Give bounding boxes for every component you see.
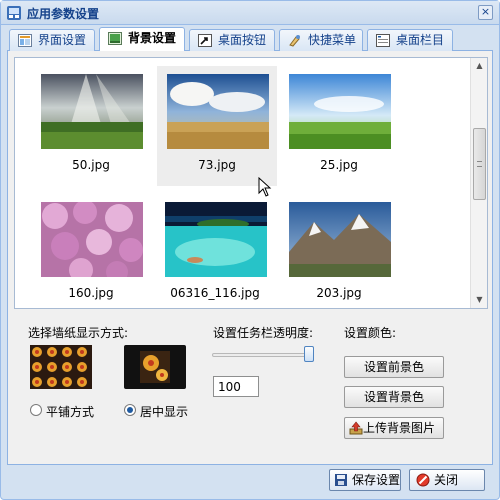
wallpaper-filename: 203.jpg [316,286,362,300]
tab-label: 桌面栏目 [396,33,445,47]
tab-label: 界面设置 [38,33,87,47]
wallpaper-filename: 50.jpg [72,158,110,172]
wallpaper-image [41,202,143,277]
scroll-down-arrow-icon[interactable]: ▼ [472,292,487,308]
center-mode-label: 居中显示 [140,405,189,419]
upload-button-label: 上传背景图片 [363,421,436,435]
wallpaper-image [167,74,269,149]
close-button-label: 关闭 [434,473,459,487]
wallpaper-image [165,202,267,277]
tab-label: 桌面按钮 [218,33,267,47]
shortcut-icon [198,34,212,47]
wallpaper-thumbnail-selected[interactable]: 73.jpg [157,66,277,186]
wallpaper-gallery: 50.jpg 73.jpg 25.jpg 160.jpg 06316_116.j… [14,57,488,309]
wallpaper-thumbnail[interactable]: 203.jpg [279,194,399,314]
tile-preview-icon[interactable] [30,345,92,389]
tab-desktop-columns[interactable]: 桌面栏目 [367,29,453,51]
image-icon [108,32,122,45]
tab-label: 快捷菜单 [308,33,357,47]
display-mode-heading: 选择墙纸显示方式: [28,326,129,340]
app-settings-icon [7,6,21,20]
colors-heading: 设置颜色: [344,326,397,340]
layout-icon [18,34,32,47]
title-bar[interactable]: 应用参数设置 × [1,1,499,25]
set-background-color-button[interactable]: 设置背景色 [344,386,444,408]
cancel-icon [416,473,430,487]
scroll-up-arrow-icon[interactable]: ▲ [472,58,487,74]
transparency-slider-thumb[interactable] [304,346,314,362]
transparency-slider-track[interactable] [212,353,310,357]
wallpaper-thumbnail[interactable]: 06316_116.jpg [155,194,275,314]
transparency-heading: 设置任务栏透明度: [213,326,314,340]
set-foreground-color-button[interactable]: 设置前景色 [344,356,444,378]
column-icon [376,34,390,47]
center-mode-radio[interactable] [124,404,136,416]
wallpaper-thumbnail[interactable]: 160.jpg [31,194,151,314]
save-settings-button[interactable]: 保存设置 [329,469,401,491]
wallpaper-image [289,74,391,149]
close-button[interactable]: 关闭 [409,469,485,491]
tab-background[interactable]: 背景设置 [99,27,185,52]
wallpaper-image [289,202,391,277]
upload-icon [349,421,363,435]
scrollbar-thumb[interactable] [473,128,486,200]
mouse-cursor-icon [258,177,272,197]
wallpaper-filename: 73.jpg [198,158,236,172]
background-settings-panel: 50.jpg 73.jpg 25.jpg 160.jpg 06316_116.j… [7,51,493,465]
transparency-value-input[interactable] [213,376,259,397]
wallpaper-thumbnail[interactable]: 50.jpg [31,66,151,186]
window-title: 应用参数设置 [27,7,100,21]
grip-icon [477,161,482,167]
tile-mode-radio[interactable] [30,404,42,416]
settings-window: 应用参数设置 × 界面设置 背景设置 桌面按钮 快捷菜单 桌面栏目 50.jpg… [0,0,500,500]
tab-bar: 界面设置 背景设置 桌面按钮 快捷菜单 桌面栏目 [7,27,493,52]
close-icon[interactable]: × [478,5,493,20]
tab-interface[interactable]: 界面设置 [9,29,95,51]
tab-quick-menu[interactable]: 快捷菜单 [279,29,363,51]
wallpaper-image [41,74,143,149]
save-icon [335,474,347,486]
gallery-scrollbar[interactable]: ▲ ▼ [470,58,487,308]
center-preview-icon[interactable] [124,345,186,389]
save-button-label: 保存设置 [352,473,401,487]
wallpaper-filename: 25.jpg [320,158,358,172]
wallpaper-filename: 160.jpg [68,286,114,300]
tab-label: 背景设置 [128,31,177,45]
upload-background-button[interactable]: 上传背景图片 [344,417,444,439]
tile-mode-label: 平铺方式 [46,405,95,419]
wallpaper-filename: 06316_116.jpg [170,286,260,300]
menu-icon [289,35,300,47]
wallpaper-thumbnail[interactable]: 25.jpg [279,66,399,186]
tab-desktop-buttons[interactable]: 桌面按钮 [189,29,275,51]
